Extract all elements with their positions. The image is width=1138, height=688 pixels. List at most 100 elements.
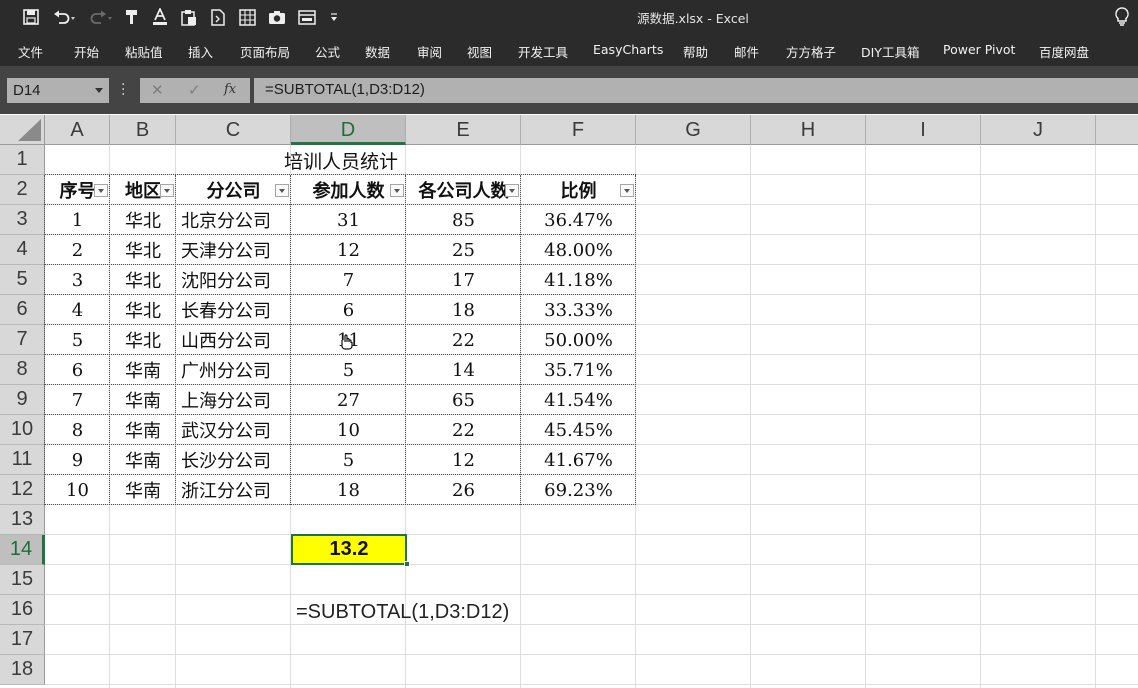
ribbon-tab[interactable]: 百度网盘 [1039,42,1089,61]
table-cell[interactable]: 天津分公司 [176,235,291,265]
table-cell[interactable]: 长沙分公司 [176,445,291,475]
table-cell[interactable]: 5 [291,445,406,475]
table-cell[interactable]: 7 [45,385,110,415]
row-header-11[interactable]: 11 [0,445,45,475]
ribbon-tab[interactable]: 页面布局 [240,42,290,61]
table-header-cell[interactable]: 比例 [521,175,636,205]
column-header-i[interactable]: I [866,115,981,145]
table-cell[interactable]: 41.67% [521,445,636,475]
table-header-cell[interactable]: 参加人数 [291,175,406,205]
table-cell[interactable]: 26 [406,475,521,505]
table-cell[interactable]: 14 [406,355,521,385]
table-cell[interactable]: 22 [406,415,521,445]
table-cell[interactable]: 41.54% [521,385,636,415]
table-cell[interactable]: 7 [291,265,406,295]
column-header-a[interactable]: A [45,115,110,145]
table-cell[interactable]: 36.47% [521,205,636,235]
table-header-cell[interactable]: 分公司 [176,175,291,205]
row-header-15[interactable]: 15 [0,565,45,595]
table-cell[interactable]: 10 [45,475,110,505]
ribbon-tab[interactable]: 开发工具 [518,42,568,61]
table-cell[interactable]: 5 [291,355,406,385]
ribbon-tab[interactable]: Power Pivot [943,42,1015,57]
table-cell[interactable]: 华北 [110,205,176,235]
ribbon-tab[interactable]: 公式 [315,42,340,61]
table-cell[interactable]: 沈阳分公司 [176,265,291,295]
table-cell[interactable]: 广州分公司 [176,355,291,385]
table-cell[interactable]: 69.23% [521,475,636,505]
table-cell[interactable]: 35.71% [521,355,636,385]
table-header-cell[interactable]: 各公司人数 [406,175,521,205]
ribbon-tab[interactable]: 审阅 [417,42,442,61]
formula-note-cell[interactable]: =SUBTOTAL(1,D3:D12) [296,597,509,627]
filter-dropdown-icon[interactable] [160,184,174,197]
filter-dropdown-icon[interactable] [620,184,634,197]
row-header-12[interactable]: 12 [0,475,45,505]
table-cell[interactable]: 22 [406,325,521,355]
ribbon-tab[interactable]: 开始 [74,42,99,61]
table-cell[interactable]: 华北 [110,295,176,325]
row-header-1[interactable]: 1 [0,145,45,175]
table-cell[interactable]: 5 [45,325,110,355]
table-cell[interactable]: 10 [291,415,406,445]
fill-handle[interactable] [404,561,410,567]
column-header-c[interactable]: C [176,115,291,145]
active-cell-d14[interactable]: 13.2 [291,534,407,565]
insert-function-icon[interactable]: fx [224,82,236,97]
table-cell[interactable]: 华南 [110,385,176,415]
column-header-f[interactable]: F [521,115,636,145]
table-cell[interactable]: 6 [291,295,406,325]
column-header-e[interactable]: E [406,115,521,145]
row-header-3[interactable]: 3 [0,205,45,235]
row-header-5[interactable]: 5 [0,265,45,295]
row-header-14[interactable]: 14 [0,535,45,565]
cancel-icon[interactable]: ✕ [151,81,164,99]
filter-dropdown-icon[interactable] [275,184,289,197]
table-cell[interactable]: 4 [45,295,110,325]
table-cell[interactable]: 上海分公司 [176,385,291,415]
row-header-18[interactable]: 18 [0,655,45,685]
table-cell[interactable]: 浙江分公司 [176,475,291,505]
column-header-d[interactable]: D [291,115,406,145]
table-cell[interactable]: 6 [45,355,110,385]
formula-input[interactable]: =SUBTOTAL(1,D3:D12) [254,78,1138,103]
table-cell[interactable]: 华北 [110,325,176,355]
table-cell[interactable]: 2 [45,235,110,265]
lightbulb-icon[interactable] [1113,6,1131,26]
row-header-6[interactable]: 6 [0,295,45,325]
column-header-j[interactable]: J [981,115,1096,145]
column-header-h[interactable]: H [751,115,866,145]
ribbon-tab[interactable]: 视图 [467,42,492,61]
ribbon-tab[interactable]: 方方格子 [786,42,836,61]
table-cell[interactable]: 48.00% [521,235,636,265]
ribbon-tab[interactable]: 数据 [365,42,390,61]
row-header-8[interactable]: 8 [0,355,45,385]
row-header-7[interactable]: 7 [0,325,45,355]
table-cell[interactable]: 3 [45,265,110,295]
ribbon-tab[interactable]: 邮件 [734,42,759,61]
table-cell[interactable]: 华北 [110,265,176,295]
table-cell[interactable]: 华南 [110,355,176,385]
ribbon-tab[interactable]: 插入 [188,42,213,61]
column-header-g[interactable]: G [636,115,751,145]
table-cell[interactable]: 65 [406,385,521,415]
ribbon-tab[interactable]: 帮助 [683,42,708,61]
row-header-10[interactable]: 10 [0,415,45,445]
row-header-9[interactable]: 9 [0,385,45,415]
filter-dropdown-icon[interactable] [505,184,519,197]
table-cell[interactable]: 18 [291,475,406,505]
table-cell[interactable]: 华北 [110,235,176,265]
filter-dropdown-icon[interactable] [94,184,108,197]
table-cell[interactable]: 31 [291,205,406,235]
table-cell[interactable]: 45.45% [521,415,636,445]
table-cell[interactable]: 华南 [110,445,176,475]
chevron-down-icon[interactable] [95,88,103,93]
table-cell[interactable]: 9 [45,445,110,475]
table-cell[interactable]: 27 [291,385,406,415]
row-header-4[interactable]: 4 [0,235,45,265]
table-cell[interactable]: 12 [406,445,521,475]
enter-icon[interactable]: ✓ [188,81,201,99]
filter-dropdown-icon[interactable] [390,184,404,197]
table-cell[interactable]: 41.18% [521,265,636,295]
table-cell[interactable]: 北京分公司 [176,205,291,235]
